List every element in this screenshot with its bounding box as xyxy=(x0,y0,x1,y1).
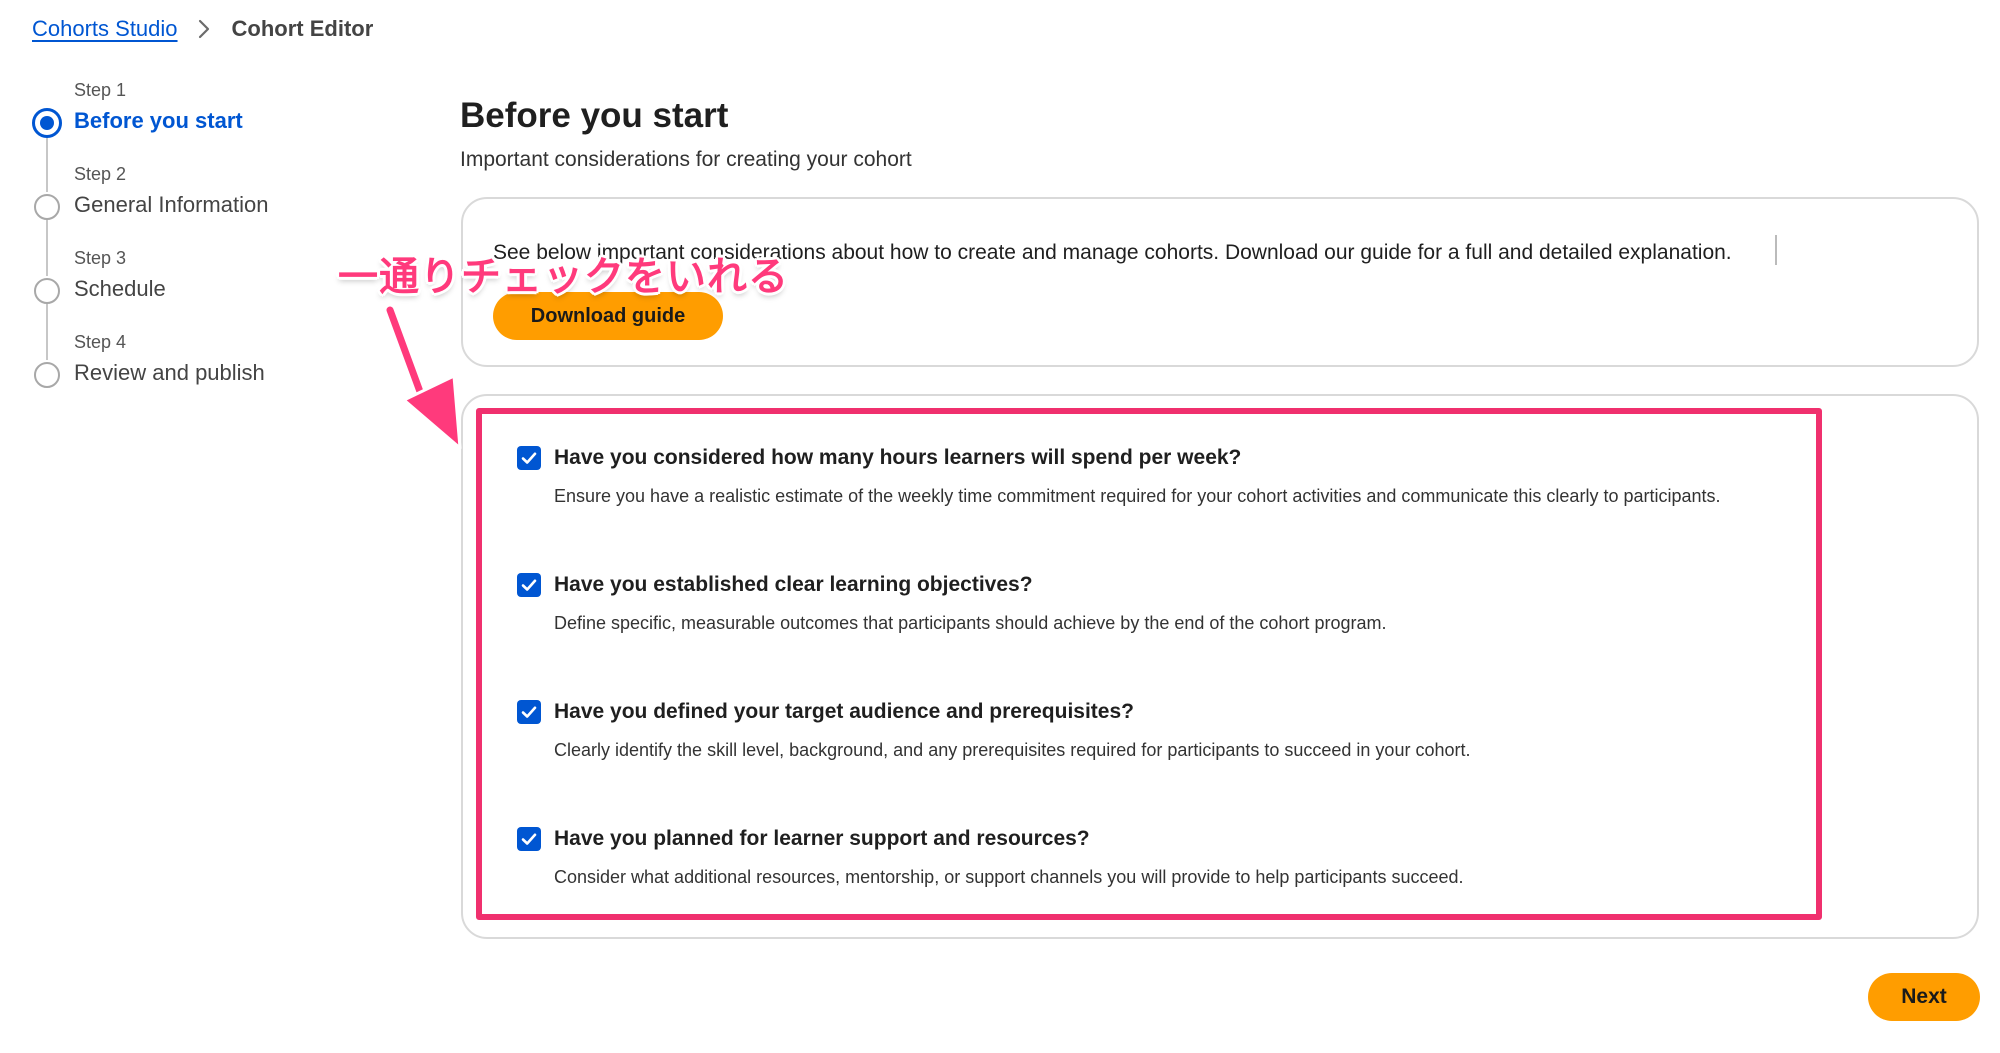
step-connector xyxy=(46,134,48,192)
chevron-right-icon xyxy=(198,19,210,39)
step-connector xyxy=(46,218,48,276)
step-radio-icon xyxy=(34,362,60,388)
step-radio-icon xyxy=(34,194,60,220)
annotation-arrow-icon xyxy=(384,304,462,450)
annotation-highlight-box xyxy=(476,408,1822,920)
next-button[interactable]: Next xyxy=(1868,973,1980,1021)
step-number: Step 4 xyxy=(74,332,127,352)
step-connector xyxy=(46,302,48,360)
step-label: Before you start xyxy=(74,108,243,133)
step-number: Step 3 xyxy=(74,248,127,268)
step-label: Review and publish xyxy=(74,360,265,385)
page-subtitle: Important considerations for creating yo… xyxy=(460,148,912,171)
breadcrumb-cohorts-studio-link[interactable]: Cohorts Studio xyxy=(32,16,178,42)
step-label: Schedule xyxy=(74,276,166,301)
page-title: Before you start xyxy=(460,96,729,135)
step-active-radio-icon xyxy=(32,108,62,138)
step-label: General Information xyxy=(74,192,269,217)
step-number: Step 2 xyxy=(74,164,127,184)
breadcrumb-current: Cohort Editor xyxy=(231,16,374,41)
step-number: Step 1 xyxy=(74,80,127,100)
step-navigation: Step 1 Before you start Step 2 General I… xyxy=(32,80,362,400)
annotation-label: 一通りチェックをいれる xyxy=(338,255,789,299)
step-radio-icon xyxy=(34,278,60,304)
text-cursor xyxy=(1775,235,1777,265)
breadcrumb: Cohorts Studio Cohort Editor xyxy=(32,16,373,42)
